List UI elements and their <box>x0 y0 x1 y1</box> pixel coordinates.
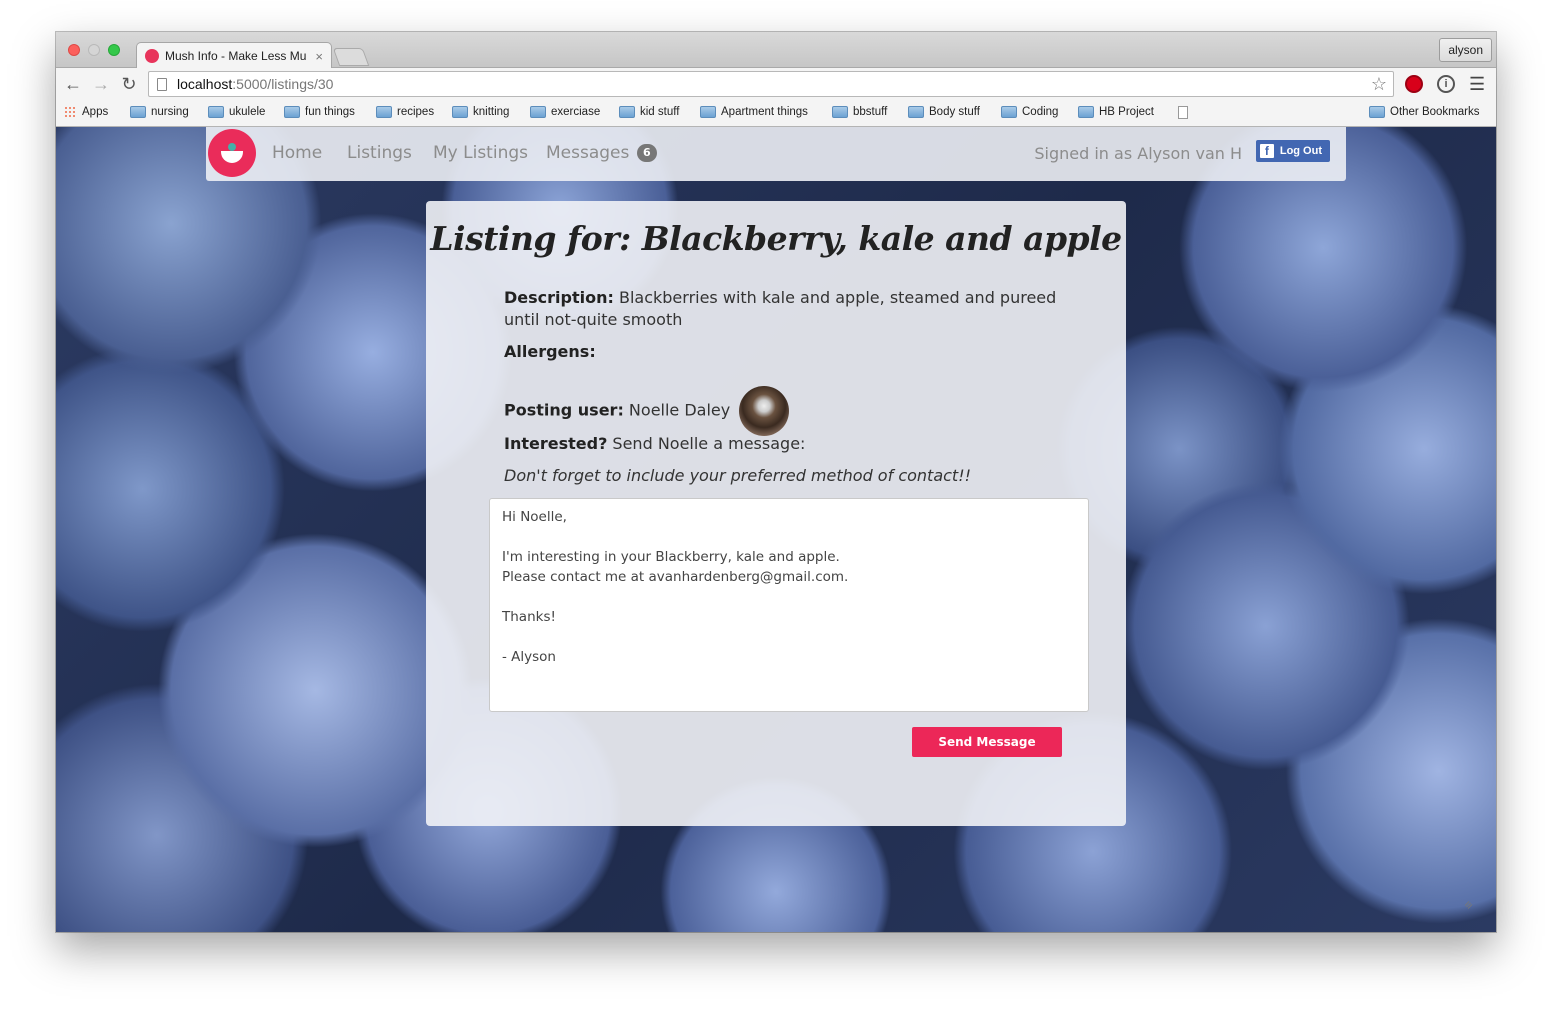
send-message-button[interactable]: Send Message <box>912 727 1062 757</box>
bookmark-folder[interactable]: ukulele <box>208 106 265 118</box>
allergens-label: Allergens: <box>504 342 596 361</box>
profile-button[interactable]: alyson <box>1439 38 1492 62</box>
document-icon <box>1178 106 1188 119</box>
folder-icon <box>376 106 392 118</box>
interested-text: Send Noelle a message: <box>607 434 806 453</box>
bookmark-label: bbstuff <box>853 106 888 118</box>
bookmark-folder[interactable]: recipes <box>376 106 434 118</box>
browser-toolbar: ← → ↻ localhost :5000/listings/30 ☆ i ☰ <box>56 68 1496 100</box>
bookmark-label: exerciase <box>551 106 601 118</box>
folder-icon <box>284 106 300 118</box>
maximize-window-button[interactable] <box>108 44 120 56</box>
bowl-icon <box>221 143 243 163</box>
folder-icon <box>208 106 224 118</box>
folder-icon <box>1001 106 1017 118</box>
folder-icon <box>1078 106 1094 118</box>
listing-title: Listing for: Blackberry, kale and apple <box>430 219 1122 258</box>
interested-label: Interested? <box>504 434 608 453</box>
bookmark-folder[interactable]: HB Project <box>1078 106 1154 118</box>
folder-icon <box>530 106 546 118</box>
nav-my-listings[interactable]: My Listings <box>433 143 528 163</box>
avatar <box>739 386 790 436</box>
back-arrow-icon[interactable]: ← <box>62 73 84 95</box>
bookmark-label: knitting <box>473 106 510 118</box>
bookmark-label: Coding <box>1022 106 1059 118</box>
resize-handle-icon[interactable]: ≡ <box>1461 898 1476 913</box>
folder-icon <box>908 106 924 118</box>
new-tab-button[interactable] <box>332 48 370 66</box>
folder-icon <box>619 106 635 118</box>
bookmark-page[interactable] <box>1178 106 1188 119</box>
bookmark-label: recipes <box>397 106 435 118</box>
favicon-icon <box>145 49 159 63</box>
tab-title: Mush Info - Make Less Mu <box>165 49 307 63</box>
address-bar[interactable]: localhost :5000/listings/30 ☆ <box>148 71 1394 97</box>
site-navbar: Home Listings My Listings Messages 6 Sig… <box>206 127 1346 181</box>
bookmark-label: ukulele <box>229 106 266 118</box>
bookmark-folder[interactable]: kid stuff <box>619 106 679 118</box>
signed-in-text: Signed in as Alyson van H <box>1034 144 1242 163</box>
bookmark-label: kid stuff <box>640 106 680 118</box>
site-logo[interactable] <box>208 129 256 177</box>
bookmark-label: HB Project <box>1099 106 1154 118</box>
bookmark-label: Apartment things <box>721 106 808 118</box>
tab-bar: Mush Info - Make Less Mu × alyson <box>56 32 1496 69</box>
allergens: Allergens: <box>504 341 596 363</box>
posting-user: Posting user: Noelle Daley <box>504 386 790 436</box>
browser-tab[interactable]: Mush Info - Make Less Mu × <box>136 42 332 69</box>
facebook-icon: f <box>1259 144 1274 158</box>
bookmark-label: Apps <box>82 106 109 118</box>
contact-reminder: Don't forget to include your preferred m… <box>504 466 972 485</box>
bookmark-folder[interactable]: Body stuff <box>908 106 980 118</box>
posting-user-name: Noelle Daley <box>623 400 731 420</box>
bookmark-folder[interactable]: nursing <box>130 106 189 118</box>
folder-icon <box>1369 106 1385 118</box>
reload-icon[interactable]: ↻ <box>118 73 140 95</box>
messages-count-badge: 6 <box>636 144 657 162</box>
page-icon <box>157 77 167 91</box>
minimize-window-button[interactable] <box>88 44 100 56</box>
interested: Interested? Send Noelle a message: <box>504 433 805 455</box>
tab-close-icon[interactable]: × <box>315 49 323 64</box>
nav-messages[interactable]: Messages 6 <box>546 143 657 163</box>
adblock-extension-icon[interactable] <box>1405 75 1423 93</box>
other-bookmarks[interactable]: Other Bookmarks <box>1369 106 1479 118</box>
apps-grid-icon <box>64 106 76 118</box>
nav-listings[interactable]: Listings <box>347 143 412 163</box>
bookmark-label: fun things <box>305 106 355 118</box>
bookmark-label: Other Bookmarks <box>1390 106 1480 118</box>
info-extension-icon[interactable]: i <box>1437 75 1455 93</box>
description: Description: Blackberries with kale and … <box>504 287 1084 331</box>
bookmark-folder[interactable]: Coding <box>1001 106 1058 118</box>
bookmark-label: Body stuff <box>929 106 980 118</box>
folder-icon <box>700 106 716 118</box>
logout-label: Log Out <box>1279 145 1322 157</box>
bookmark-folder[interactable]: exerciase <box>530 106 600 118</box>
nav-messages-label: Messages <box>546 143 630 163</box>
menu-icon[interactable]: ☰ <box>1469 75 1485 93</box>
folder-icon <box>130 106 146 118</box>
bookmarks-bar: Apps nursing ukulele fun things recipes … <box>56 100 1496 127</box>
page-content: Home Listings My Listings Messages 6 Sig… <box>56 127 1496 932</box>
listing-card: Listing for: Blackberry, kale and apple … <box>426 201 1126 826</box>
bookmark-apps[interactable]: Apps <box>64 106 108 118</box>
nav-home[interactable]: Home <box>272 143 322 163</box>
bookmark-folder[interactable]: Apartment things <box>700 106 808 118</box>
bookmark-label: nursing <box>151 106 189 118</box>
forward-arrow-icon[interactable]: → <box>90 73 112 95</box>
bookmark-folder[interactable]: fun things <box>284 106 355 118</box>
bookmark-folder[interactable]: bbstuff <box>832 106 887 118</box>
posting-user-label: Posting user: <box>504 400 624 420</box>
message-textarea[interactable]: Hi Noelle, I'm interesting in your Black… <box>489 498 1089 712</box>
folder-icon <box>452 106 468 118</box>
description-label: Description: <box>504 288 614 307</box>
folder-icon <box>832 106 848 118</box>
url-host: localhost <box>177 76 233 92</box>
logout-button[interactable]: f Log Out <box>1255 140 1330 162</box>
bookmark-star-icon[interactable]: ☆ <box>1371 74 1387 95</box>
bookmark-folder[interactable]: knitting <box>452 106 509 118</box>
url-path: :5000/listings/30 <box>232 76 334 92</box>
close-window-button[interactable] <box>68 44 80 56</box>
browser-window: Mush Info - Make Less Mu × alyson ← → ↻ … <box>56 32 1496 932</box>
